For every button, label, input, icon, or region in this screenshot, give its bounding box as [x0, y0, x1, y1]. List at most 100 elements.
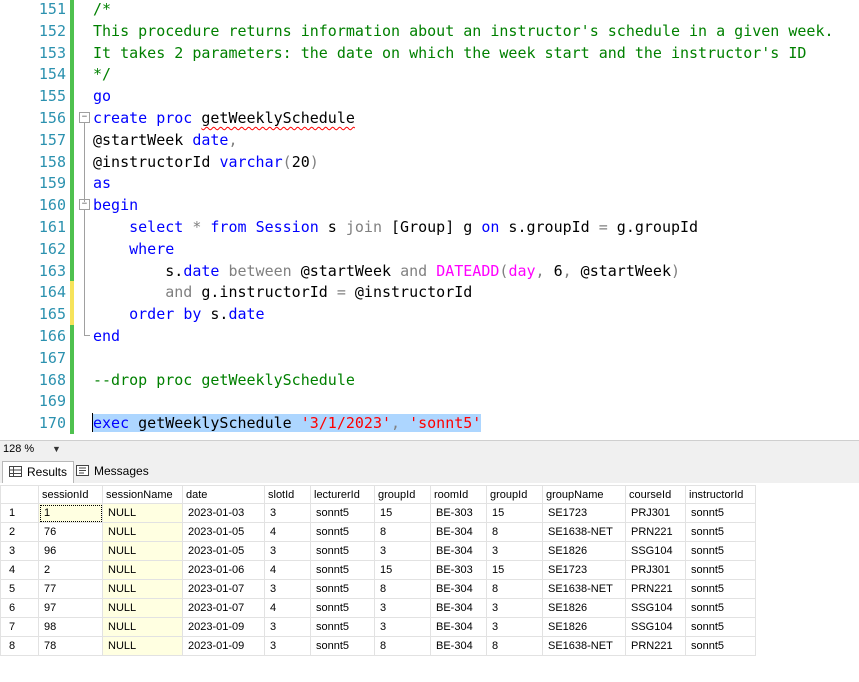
- code-line[interactable]: 170 exec getWeeklySchedule '3/1/2023', 's…: [0, 412, 859, 435]
- table-cell[interactable]: 3: [374, 541, 431, 561]
- table-cell[interactable]: sonnt5: [310, 579, 375, 599]
- table-cell[interactable]: BE-303: [430, 503, 487, 523]
- table-cell[interactable]: SSG104: [625, 617, 686, 637]
- table-cell[interactable]: NULL: [102, 636, 183, 656]
- table-cell[interactable]: sonnt5: [310, 503, 375, 523]
- table-row[interactable]: 5 77 NULL 2023-01-07 3 sonnt5 8 BE-304 8 SE1638-N…: [0, 579, 756, 599]
- table-cell[interactable]: NULL: [102, 617, 183, 637]
- code-line[interactable]: 154 */: [0, 63, 859, 86]
- table-cell[interactable]: NULL: [102, 579, 183, 599]
- code-line[interactable]: 153 It takes 2 parameters: the date on wh…: [0, 41, 859, 64]
- table-cell[interactable]: 3: [486, 541, 543, 561]
- row-number[interactable]: 3: [0, 541, 39, 561]
- table-cell[interactable]: 8: [486, 522, 543, 542]
- code-line[interactable]: 152 This procedure returns information ab…: [0, 19, 859, 42]
- table-cell[interactable]: 2023-01-03: [182, 503, 265, 523]
- code-line[interactable]: 158 @instructorId varchar(20): [0, 150, 859, 173]
- table-cell[interactable]: sonnt5: [685, 636, 756, 656]
- table-cell[interactable]: 98: [38, 617, 103, 637]
- code-line[interactable]: 166 end: [0, 325, 859, 347]
- table-cell[interactable]: 77: [38, 579, 103, 599]
- table-cell[interactable]: NULL: [102, 503, 183, 523]
- code-line[interactable]: 161 select * from Session s join [Group]…: [0, 216, 859, 238]
- tab-results[interactable]: Results: [2, 461, 75, 483]
- table-cell[interactable]: NULL: [102, 598, 183, 618]
- code-line[interactable]: 162 where: [0, 237, 859, 260]
- table-cell[interactable]: PRN221: [625, 522, 686, 542]
- table-cell[interactable]: SE1826: [542, 541, 626, 561]
- row-number[interactable]: 1: [0, 503, 39, 523]
- code-line[interactable]: 168 --drop proc getWeeklySchedule: [0, 368, 859, 391]
- code-line[interactable]: 151 /*: [0, 0, 859, 20]
- table-cell[interactable]: BE-304: [430, 617, 487, 637]
- table-row[interactable]: 2 76 NULL 2023-01-05 4 sonnt5 8 BE-304 8 SE1638-N…: [0, 522, 756, 542]
- table-cell[interactable]: 15: [374, 560, 431, 580]
- code-line[interactable]: 164 and g.instructorId = @instructorId: [0, 281, 859, 304]
- table-cell[interactable]: sonnt5: [685, 617, 756, 637]
- column-header[interactable]: groupId: [374, 485, 431, 504]
- table-row[interactable]: 1 1 NULL 2023-01-03 3 sonnt5 15 BE-303 15 SE1723 P…: [0, 503, 756, 523]
- table-cell[interactable]: 15: [374, 503, 431, 523]
- column-header[interactable]: slotId: [264, 485, 311, 504]
- table-cell[interactable]: 76: [38, 522, 103, 542]
- table-cell[interactable]: NULL: [102, 541, 183, 561]
- chevron-down-icon[interactable]: ▼: [52, 441, 61, 457]
- table-cell[interactable]: 8: [486, 636, 543, 656]
- row-number[interactable]: 5: [0, 579, 39, 599]
- sql-editor[interactable]: 151 /* 152 This procedure returns informati…: [0, 0, 859, 440]
- row-number[interactable]: 2: [0, 522, 39, 542]
- table-cell[interactable]: 2023-01-07: [182, 579, 265, 599]
- table-cell[interactable]: NULL: [102, 560, 183, 580]
- column-header[interactable]: sessionId: [38, 485, 103, 504]
- table-cell[interactable]: 8: [486, 579, 543, 599]
- table-cell[interactable]: 2: [38, 560, 103, 580]
- table-cell[interactable]: NULL: [102, 522, 183, 542]
- results-grid[interactable]: sessionId sessionName date slotId lecturerId…: [0, 483, 859, 682]
- table-row[interactable]: 6 97 NULL 2023-01-07 4 sonnt5 3 BE-304 3 SE1826 SS…: [0, 598, 756, 618]
- table-row[interactable]: 8 78 NULL 2023-01-09 3 sonnt5 8 BE-304 8 SE1638-N…: [0, 636, 756, 656]
- table-cell[interactable]: SE1638-NET: [542, 579, 626, 599]
- row-number[interactable]: 6: [0, 598, 39, 618]
- table-cell[interactable]: 3: [486, 617, 543, 637]
- code-line[interactable]: 165 order by s.date: [0, 303, 859, 326]
- table-cell[interactable]: 8: [374, 579, 431, 599]
- collapse-icon[interactable]: −: [79, 112, 90, 123]
- table-cell[interactable]: BE-304: [430, 541, 487, 561]
- table-cell[interactable]: 8: [374, 522, 431, 542]
- column-header[interactable]: lecturerId: [310, 485, 375, 504]
- table-cell[interactable]: 4: [264, 560, 311, 580]
- table-cell[interactable]: 15: [486, 503, 543, 523]
- table-cell[interactable]: 3: [264, 503, 311, 523]
- table-cell[interactable]: sonnt5: [310, 617, 375, 637]
- table-cell[interactable]: 3: [374, 598, 431, 618]
- tab-messages[interactable]: Messages: [70, 461, 155, 482]
- table-cell[interactable]: 2023-01-07: [182, 598, 265, 618]
- table-cell[interactable]: sonnt5: [685, 503, 756, 523]
- table-cell[interactable]: BE-304: [430, 636, 487, 656]
- table-cell[interactable]: 3: [264, 636, 311, 656]
- table-cell[interactable]: 2023-01-06: [182, 560, 265, 580]
- table-cell[interactable]: sonnt5: [685, 560, 756, 580]
- row-number[interactable]: 4: [0, 560, 39, 580]
- table-cell[interactable]: PRN221: [625, 579, 686, 599]
- table-row[interactable]: 7 98 NULL 2023-01-09 3 sonnt5 3 BE-304 3 SE1826 SS…: [0, 617, 756, 637]
- table-cell[interactable]: PRJ301: [625, 560, 686, 580]
- table-cell[interactable]: SE1638-NET: [542, 522, 626, 542]
- table-cell[interactable]: 8: [374, 636, 431, 656]
- table-cell[interactable]: sonnt5: [310, 636, 375, 656]
- column-header[interactable]: sessionName: [102, 485, 183, 504]
- table-row[interactable]: 3 96 NULL 2023-01-05 3 sonnt5 3 BE-304 3 SE1826 SS…: [0, 541, 756, 561]
- grid-corner[interactable]: [0, 485, 39, 504]
- table-cell[interactable]: sonnt5: [685, 579, 756, 599]
- code-line[interactable]: 157 @startWeek date,: [0, 128, 859, 151]
- table-cell[interactable]: BE-304: [430, 598, 487, 618]
- table-cell[interactable]: 96: [38, 541, 103, 561]
- column-header[interactable]: instructorId: [685, 485, 756, 504]
- row-number[interactable]: 7: [0, 617, 39, 637]
- table-cell[interactable]: 3: [486, 598, 543, 618]
- column-header[interactable]: roomId: [430, 485, 487, 504]
- table-cell[interactable]: 3: [374, 617, 431, 637]
- table-cell[interactable]: sonnt5: [685, 522, 756, 542]
- code-line[interactable]: 167: [0, 346, 859, 369]
- table-cell[interactable]: SSG104: [625, 541, 686, 561]
